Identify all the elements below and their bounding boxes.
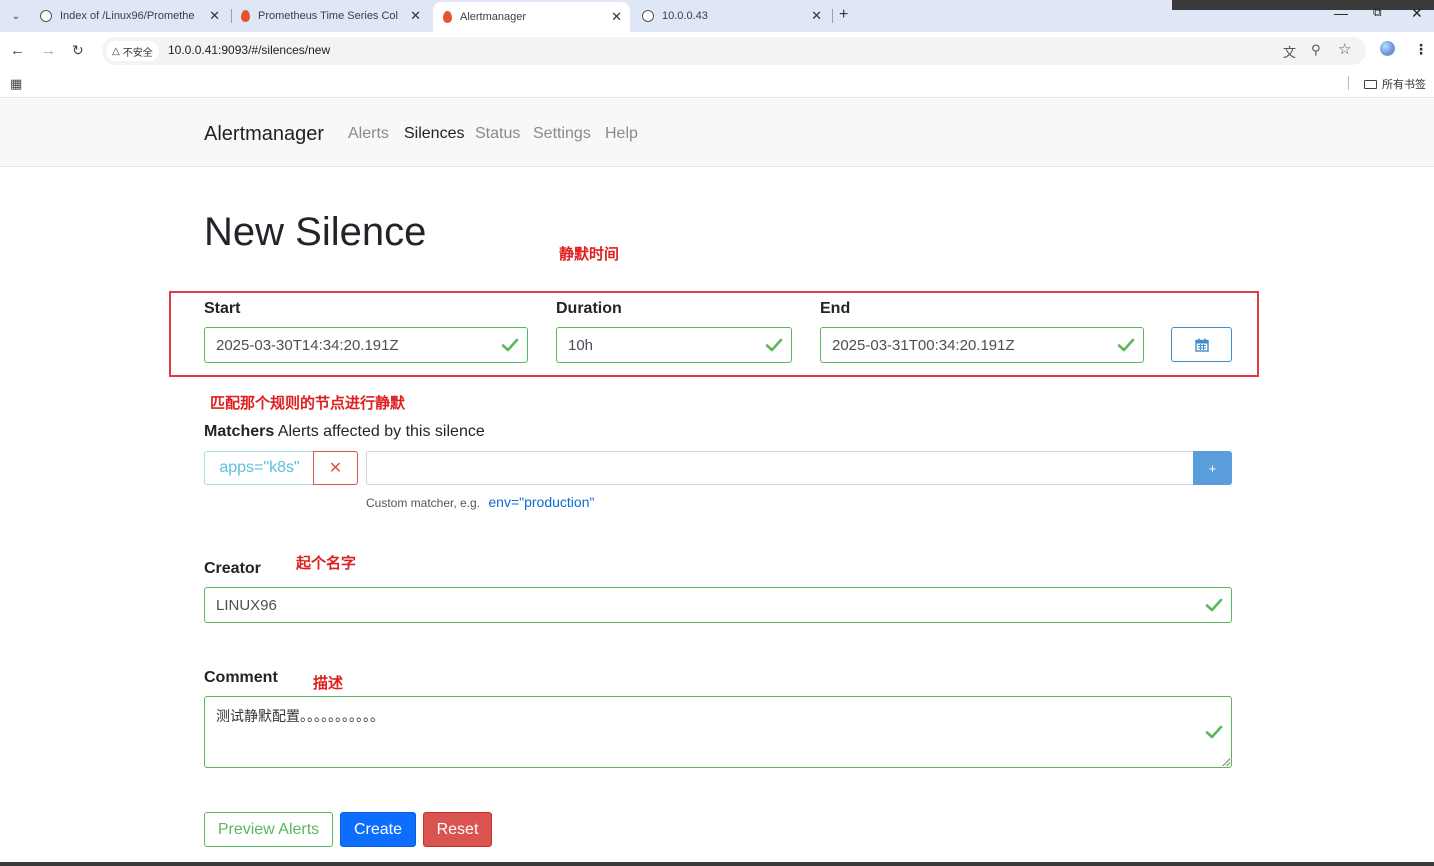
duration-label: Duration	[556, 300, 622, 317]
close-tab-icon[interactable]: ✕	[410, 8, 421, 24]
duration-value: 10h	[568, 336, 594, 354]
prometheus-flame-icon	[241, 10, 250, 22]
end-label: End	[820, 300, 851, 317]
all-bookmarks-button[interactable]: 所有书签	[1364, 76, 1426, 92]
creator-label: Creator	[204, 560, 261, 577]
preview-alerts-button[interactable]: Preview Alerts	[204, 812, 333, 847]
all-bookmarks-label: 所有书签	[1382, 79, 1426, 91]
create-button[interactable]: Create	[340, 812, 416, 847]
browser-toolbar: ← → ↻ △ 不安全 10.0.0.41:9093/#/silences/ne…	[0, 32, 1434, 70]
globe-icon	[642, 10, 654, 22]
close-tab-icon[interactable]: ✕	[811, 8, 822, 24]
creator-value: LINUX96	[216, 596, 277, 614]
app-navbar: Alertmanager Alerts Silences Status Sett…	[0, 99, 1434, 167]
browser-menu-icon[interactable]: ⋮	[1414, 41, 1428, 58]
minimize-icon[interactable]: —	[1334, 5, 1348, 21]
remove-matcher-icon[interactable]: ✕	[313, 451, 358, 485]
comment-value: 测试静默配置。。。。。。。。。。。	[216, 708, 384, 724]
reset-button[interactable]: Reset	[423, 812, 492, 847]
window-titlebar-strip	[1172, 0, 1434, 10]
valid-check-icon	[765, 338, 783, 352]
tab-separator	[832, 9, 833, 23]
tab-title: Index of /Linux96/Promethe	[60, 10, 195, 22]
security-label: 不安全	[122, 47, 153, 59]
comment-textarea[interactable]: 测试静默配置。。。。。。。。。。。	[204, 696, 1232, 768]
date-picker-button[interactable]	[1171, 327, 1232, 362]
calendar-icon	[1194, 338, 1209, 352]
restore-icon[interactable]: ⧉	[1373, 5, 1382, 20]
annotation-name-it: 起个名字	[296, 554, 357, 572]
prometheus-flame-icon	[443, 11, 452, 23]
matchers-subtitle: Alerts affected by this silence	[277, 423, 485, 440]
page-title: New Silence	[204, 210, 427, 254]
url-text[interactable]: 10.0.0.41:9093/#/silences/new	[168, 43, 330, 57]
browser-tab[interactable]: Index of /Linux96/Promethe ✕	[32, 4, 228, 28]
matcher-hint-text: Custom matcher, e.g.	[366, 496, 481, 510]
tab-title: 10.0.0.43	[662, 10, 708, 22]
comment-label: Comment	[204, 669, 278, 686]
nav-help[interactable]: Help	[605, 125, 638, 143]
zoom-icon[interactable]: ⚲	[1311, 42, 1321, 58]
window-bottom-border	[0, 862, 1434, 866]
matchers-label: Matchers	[204, 423, 275, 440]
end-input[interactable]: 2025-03-31T00:34:20.191Z	[820, 327, 1144, 363]
close-tab-icon[interactable]: ✕	[611, 9, 622, 25]
start-input[interactable]: 2025-03-30T14:34:20.191Z	[204, 327, 528, 363]
nav-alerts[interactable]: Alerts	[348, 125, 389, 143]
warning-triangle-icon: △	[112, 45, 120, 57]
end-value: 2025-03-31T00:34:20.191Z	[832, 336, 1015, 354]
close-tab-icon[interactable]: ✕	[209, 8, 220, 24]
nav-settings[interactable]: Settings	[533, 125, 591, 143]
valid-check-icon	[501, 338, 519, 352]
browser-tab[interactable]: 10.0.0.43 ✕	[634, 4, 830, 28]
bookmark-star-icon[interactable]: ☆	[1338, 40, 1351, 58]
nav-status[interactable]: Status	[475, 125, 520, 143]
tab-separator	[231, 9, 232, 23]
annotation-silence-time: 静默时间	[559, 245, 620, 263]
creator-input[interactable]: LINUX96	[204, 587, 1232, 623]
valid-check-icon	[1205, 725, 1223, 739]
matcher-chip[interactable]: apps="k8s"	[204, 451, 314, 485]
new-tab-icon[interactable]: +	[839, 6, 848, 24]
matcher-hint-example[interactable]: env="production"	[488, 494, 594, 510]
tab-search-chevron-icon[interactable]: ⌄	[6, 6, 26, 26]
browser-tab[interactable]: Prometheus Time Series Coll ✕	[233, 4, 429, 28]
custom-matcher-input[interactable]	[366, 451, 1194, 485]
profile-avatar-icon[interactable]	[1380, 41, 1395, 56]
resize-handle-icon[interactable]	[1222, 758, 1230, 766]
tab-title: Alertmanager	[460, 11, 527, 23]
annotation-match-rule: 匹配那个规则的节点进行静默	[210, 394, 406, 412]
nav-silences[interactable]: Silences	[404, 125, 464, 143]
address-bar[interactable]: △ 不安全 10.0.0.41:9093/#/silences/new 文 ⚲ …	[102, 37, 1366, 65]
brand-link[interactable]: Alertmanager	[204, 123, 324, 146]
valid-check-icon	[1205, 598, 1223, 612]
start-value: 2025-03-30T14:34:20.191Z	[216, 336, 399, 354]
matchers-heading: Matchers Alerts affected by this silence	[204, 423, 485, 441]
annotation-describe: 描述	[313, 674, 344, 692]
bookmarks-separator	[1348, 76, 1349, 90]
browser-tab-bar: ⌄ Index of /Linux96/Promethe ✕ Prometheu…	[0, 0, 1434, 32]
bookmarks-bar: ▦ 所有书签	[0, 70, 1434, 98]
apps-grid-icon[interactable]: ▦	[10, 76, 22, 92]
start-label: Start	[204, 300, 241, 317]
matcher-hint: Custom matcher, e.g. env="production"	[366, 494, 594, 510]
tab-title: Prometheus Time Series Coll	[258, 10, 398, 22]
translate-icon[interactable]: 文	[1283, 42, 1296, 61]
globe-icon	[40, 10, 52, 22]
folder-icon	[1364, 79, 1377, 89]
add-matcher-button[interactable]: +	[1193, 451, 1232, 485]
valid-check-icon	[1117, 338, 1135, 352]
security-indicator[interactable]: △ 不安全	[106, 41, 159, 61]
window-close-icon[interactable]: ✕	[1411, 5, 1423, 22]
reload-icon[interactable]: ↻	[72, 42, 84, 59]
duration-input[interactable]: 10h	[556, 327, 792, 363]
forward-icon[interactable]: →	[41, 42, 56, 59]
back-icon[interactable]: ←	[10, 42, 25, 59]
browser-tab-active[interactable]: Alertmanager ✕	[433, 2, 630, 32]
